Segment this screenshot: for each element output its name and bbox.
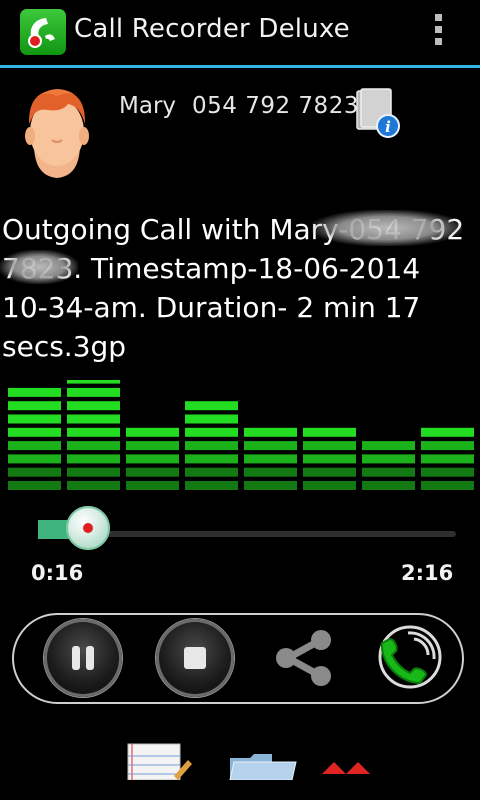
equalizer-segment	[67, 427, 120, 437]
equalizer-segment	[421, 481, 474, 490]
equalizer-segment	[303, 427, 356, 437]
svg-text:i: i	[385, 118, 391, 136]
equalizer-segment	[185, 467, 238, 477]
equalizer-segment	[421, 467, 474, 477]
delete-icon	[322, 762, 370, 774]
contact-info-icon[interactable]: i	[355, 87, 401, 139]
equalizer-segment	[8, 481, 61, 490]
equalizer-segment	[362, 467, 415, 477]
equalizer-segment	[303, 441, 356, 451]
equalizer-segment	[67, 454, 120, 464]
equalizer-segment	[244, 427, 297, 437]
action-bar-divider	[0, 65, 480, 68]
seek-thumb[interactable]	[66, 506, 111, 550]
equalizer-segment	[421, 454, 474, 464]
equalizer-segment	[362, 454, 415, 464]
contact-number: 054 792 7823	[192, 93, 359, 119]
equalizer-segment	[362, 441, 415, 451]
share-button[interactable]	[266, 619, 344, 697]
equalizer-visualizer	[8, 380, 474, 490]
equalizer-segment	[126, 427, 179, 437]
equalizer-segment	[303, 467, 356, 477]
equalizer-segment	[244, 441, 297, 451]
stop-icon	[184, 647, 206, 669]
call-icon	[378, 625, 442, 689]
equalizer-segment	[185, 441, 238, 451]
pause-button[interactable]	[44, 619, 122, 697]
equalizer-segment	[421, 427, 474, 437]
folder-button[interactable]	[228, 752, 298, 781]
equalizer-segment	[8, 467, 61, 477]
call-button[interactable]	[370, 619, 448, 697]
action-bar: Call Recorder Deluxe	[0, 0, 480, 68]
equalizer-segment	[421, 441, 474, 451]
equalizer-segment	[67, 401, 120, 411]
equalizer-segment	[8, 387, 61, 397]
notes-button[interactable]	[124, 740, 194, 781]
equalizer-segment	[67, 414, 120, 424]
contact-avatar	[22, 84, 92, 182]
equalizer-segment	[126, 481, 179, 490]
equalizer-segment	[8, 414, 61, 424]
equalizer-segment	[126, 454, 179, 464]
equalizer-segment	[8, 401, 61, 411]
equalizer-segment	[185, 427, 238, 437]
current-time: 0:16	[31, 561, 84, 585]
equalizer-segment	[67, 467, 120, 477]
folder-icon	[229, 754, 297, 781]
equalizer-segment	[185, 454, 238, 464]
delete-button[interactable]	[320, 760, 372, 780]
equalizer-segment	[244, 454, 297, 464]
redaction-blur	[312, 210, 462, 246]
redaction-blur	[0, 250, 78, 284]
equalizer-segment	[244, 467, 297, 477]
equalizer-segment	[303, 481, 356, 490]
notes-icon	[127, 743, 192, 781]
equalizer-segment	[185, 481, 238, 490]
equalizer-segment	[244, 481, 297, 490]
total-time: 2:16	[401, 561, 454, 585]
equalizer-segment	[185, 401, 238, 411]
equalizer-segment	[303, 454, 356, 464]
contact-name: Mary	[119, 93, 177, 119]
overflow-menu-icon[interactable]	[428, 14, 448, 50]
equalizer-segment	[67, 441, 120, 451]
share-icon	[276, 630, 331, 686]
call-recorder-icon[interactable]	[20, 9, 66, 55]
equalizer-segment	[8, 427, 61, 437]
equalizer-segment	[126, 467, 179, 477]
equalizer-segment	[8, 441, 61, 451]
equalizer-segment	[67, 387, 120, 397]
stop-button[interactable]	[156, 619, 234, 697]
app-title: Call Recorder Deluxe	[74, 14, 350, 44]
pause-icon	[72, 646, 94, 670]
equalizer-segment	[67, 380, 120, 384]
equalizer-segment	[8, 454, 61, 464]
equalizer-segment	[185, 414, 238, 424]
equalizer-segment	[126, 441, 179, 451]
equalizer-segment	[67, 481, 120, 490]
equalizer-segment	[362, 481, 415, 490]
